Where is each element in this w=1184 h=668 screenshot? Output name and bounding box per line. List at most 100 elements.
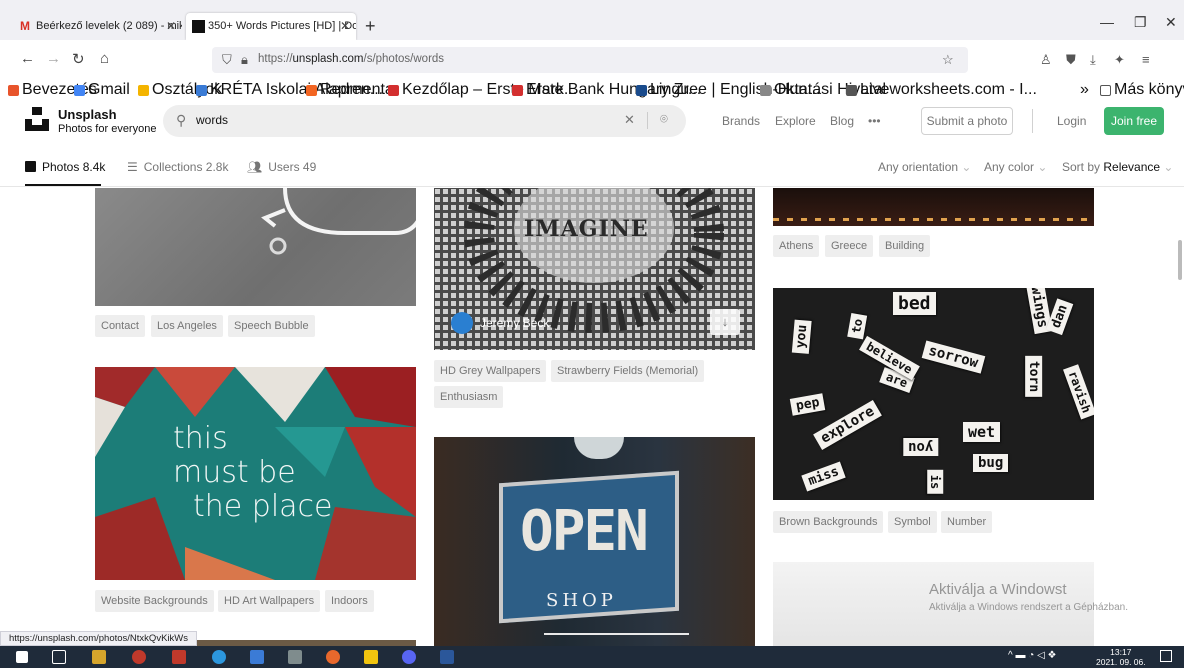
- file-explorer-icon[interactable]: [364, 650, 378, 664]
- tab-users[interactable]: 👥︎ Users 49: [247, 160, 316, 174]
- url-text[interactable]: https://unsplash.com/s/photos/words: [258, 53, 444, 65]
- other-bookmarks[interactable]: Más könyvjelzők: [1100, 81, 1184, 99]
- author-name[interactable]: Jeremy Beck: [480, 316, 549, 330]
- word-magnet: ravish: [1063, 364, 1094, 420]
- tab-collections-label: Collections 2.8k: [143, 160, 229, 174]
- store-icon[interactable]: [92, 650, 106, 664]
- tray-icons[interactable]: ^ ▬ ◔ ◁ ❖: [1008, 650, 1057, 661]
- bookmarks-overflow-icon[interactable]: »: [1080, 81, 1089, 99]
- shield-icon[interactable]: ⛉: [222, 52, 232, 68]
- app-icon[interactable]: [132, 650, 146, 664]
- bookmark-item[interactable]: Redmenta: [306, 81, 394, 99]
- photos-icon: [25, 161, 36, 172]
- login-link[interactable]: Login: [1057, 114, 1086, 128]
- close-icon[interactable]: ✕: [340, 13, 350, 40]
- account-icon[interactable]: ♙: [1040, 52, 1052, 68]
- author-avatar[interactable]: [451, 312, 473, 334]
- save-app-icon[interactable]: [250, 650, 264, 664]
- firefox-icon[interactable]: [326, 650, 340, 664]
- tab-photos[interactable]: Photos 8.4k: [25, 160, 105, 174]
- close-window-icon[interactable]: ✕: [1165, 14, 1177, 31]
- taskbar-clock[interactable]: 13:17 2021. 09. 06.: [1096, 647, 1146, 667]
- download-button[interactable]: ↓: [710, 309, 740, 335]
- tag-greece[interactable]: Greece: [825, 235, 874, 257]
- word-icon[interactable]: [440, 650, 454, 664]
- bookmark-star-icon[interactable]: ☆: [942, 52, 954, 68]
- bookmark-item[interactable]: Liveworksheets.com - I...: [846, 81, 1037, 99]
- extension-icon[interactable]: ✦: [1114, 52, 1125, 68]
- neon-line-1: this: [173, 421, 228, 456]
- nav-brands[interactable]: Brands: [722, 114, 760, 128]
- pocket-icon[interactable]: ⛊: [1066, 52, 1076, 68]
- more-icon[interactable]: •••: [868, 114, 881, 128]
- color-filter[interactable]: Any color ⌄: [984, 160, 1047, 174]
- search-value[interactable]: words: [196, 113, 228, 127]
- photo-open-shop[interactable]: OPEN SHOP: [434, 437, 755, 646]
- forward-icon[interactable]: →: [46, 50, 61, 67]
- minimize-icon[interactable]: —: [1100, 14, 1114, 30]
- tag-symbol[interactable]: Symbol: [888, 511, 937, 533]
- task-view-icon[interactable]: [52, 650, 66, 664]
- photo-this-must-be-the-place[interactable]: this must be the place: [95, 367, 416, 580]
- photo-word-magnets[interactable]: bed wings you to sorrow dan torn pep explore ravi…: [773, 288, 1094, 500]
- active-tab-indicator: [25, 184, 101, 186]
- restore-icon[interactable]: ❐: [1134, 14, 1147, 31]
- word-magnet: to: [847, 312, 868, 340]
- tag-website-backgrounds[interactable]: Website Backgrounds: [95, 590, 214, 612]
- join-free-button[interactable]: Join free: [1104, 107, 1164, 135]
- tag-los-angeles[interactable]: Los Angeles: [151, 315, 223, 337]
- reload-icon[interactable]: ↻: [72, 50, 85, 68]
- photo-imagine[interactable]: IMAGINE Jeremy Beck ↓: [434, 188, 755, 350]
- new-tab-button[interactable]: +: [365, 16, 376, 37]
- submit-photo-button[interactable]: Submit a photo: [921, 107, 1013, 135]
- word-magnet: miss: [801, 461, 846, 492]
- photo-speech-bubble[interactable]: [95, 188, 416, 306]
- word-magnet: bug: [973, 454, 1009, 472]
- home-icon[interactable]: ⌂: [100, 50, 109, 67]
- tab-collections[interactable]: ☰ Collections 2.8k: [127, 160, 228, 174]
- tag-contact[interactable]: Contact: [95, 315, 145, 337]
- orientation-filter[interactable]: Any orientation ⌄: [878, 160, 971, 174]
- tag-indoors[interactable]: Indoors: [325, 590, 374, 612]
- windows-start-icon[interactable]: [16, 651, 28, 663]
- windows-activation-title: Aktiválja a Windowst: [929, 581, 1067, 598]
- menu-icon[interactable]: ≡: [1142, 52, 1150, 67]
- tag-hd-art-wallpapers[interactable]: HD Art Wallpapers: [218, 590, 321, 612]
- status-link: https://unsplash.com/photos/NtxkQvKikWs: [0, 631, 197, 646]
- calculator-icon[interactable]: [288, 650, 302, 664]
- scrollbar[interactable]: [1178, 240, 1182, 280]
- app2-icon[interactable]: [172, 650, 186, 664]
- word-magnet: wet: [963, 422, 1001, 442]
- neon-bubble-graphic: [261, 188, 416, 255]
- bookmark-icon: [74, 85, 85, 96]
- tag-strawberry-fields[interactable]: Strawberry Fields (Memorial): [551, 360, 705, 382]
- download-icon[interactable]: ⤓: [1090, 52, 1096, 68]
- nav-blog[interactable]: Blog: [830, 114, 854, 128]
- discord-icon[interactable]: [402, 650, 416, 664]
- tag-number[interactable]: Number: [941, 511, 993, 533]
- tag-athens[interactable]: Athens: [773, 235, 820, 257]
- tab-unsplash[interactable]: 350+ Words Pictures [HD] | Do ✕: [186, 13, 356, 40]
- tag-building[interactable]: Building: [879, 235, 931, 257]
- tag-enthusiasm[interactable]: Enthusiasm: [434, 386, 504, 408]
- search-icon[interactable]: ⚲: [176, 112, 186, 129]
- unsplash-logo[interactable]: [25, 107, 49, 131]
- clear-icon[interactable]: ✕: [624, 112, 635, 128]
- tab-gmail[interactable]: M Beérkező levelek (2 089) - miko ✕: [14, 13, 182, 40]
- tag-hd-grey-wallpapers[interactable]: HD Grey Wallpapers: [434, 360, 547, 382]
- visual-search-icon[interactable]: ⌾: [660, 111, 668, 127]
- notifications-icon[interactable]: [1160, 650, 1172, 662]
- photo-athens[interactable]: [773, 188, 1094, 226]
- close-icon[interactable]: ✕: [166, 13, 176, 40]
- lock-icon[interactable]: 🔒︎: [241, 52, 248, 68]
- bookmark-item[interactable]: Gmail: [74, 81, 130, 99]
- nav-explore[interactable]: Explore: [775, 114, 816, 128]
- edge-icon[interactable]: [212, 650, 226, 664]
- brand-name[interactable]: Unsplash: [58, 107, 117, 122]
- tag-brown-backgrounds[interactable]: Brown Backgrounds: [773, 511, 884, 533]
- tag-speech-bubble[interactable]: Speech Bubble: [228, 315, 315, 337]
- back-icon[interactable]: ←: [20, 50, 35, 67]
- search-input[interactable]: [163, 105, 686, 137]
- sort-filter[interactable]: Sort by Relevance ⌄: [1062, 160, 1173, 174]
- search-divider: [647, 112, 648, 129]
